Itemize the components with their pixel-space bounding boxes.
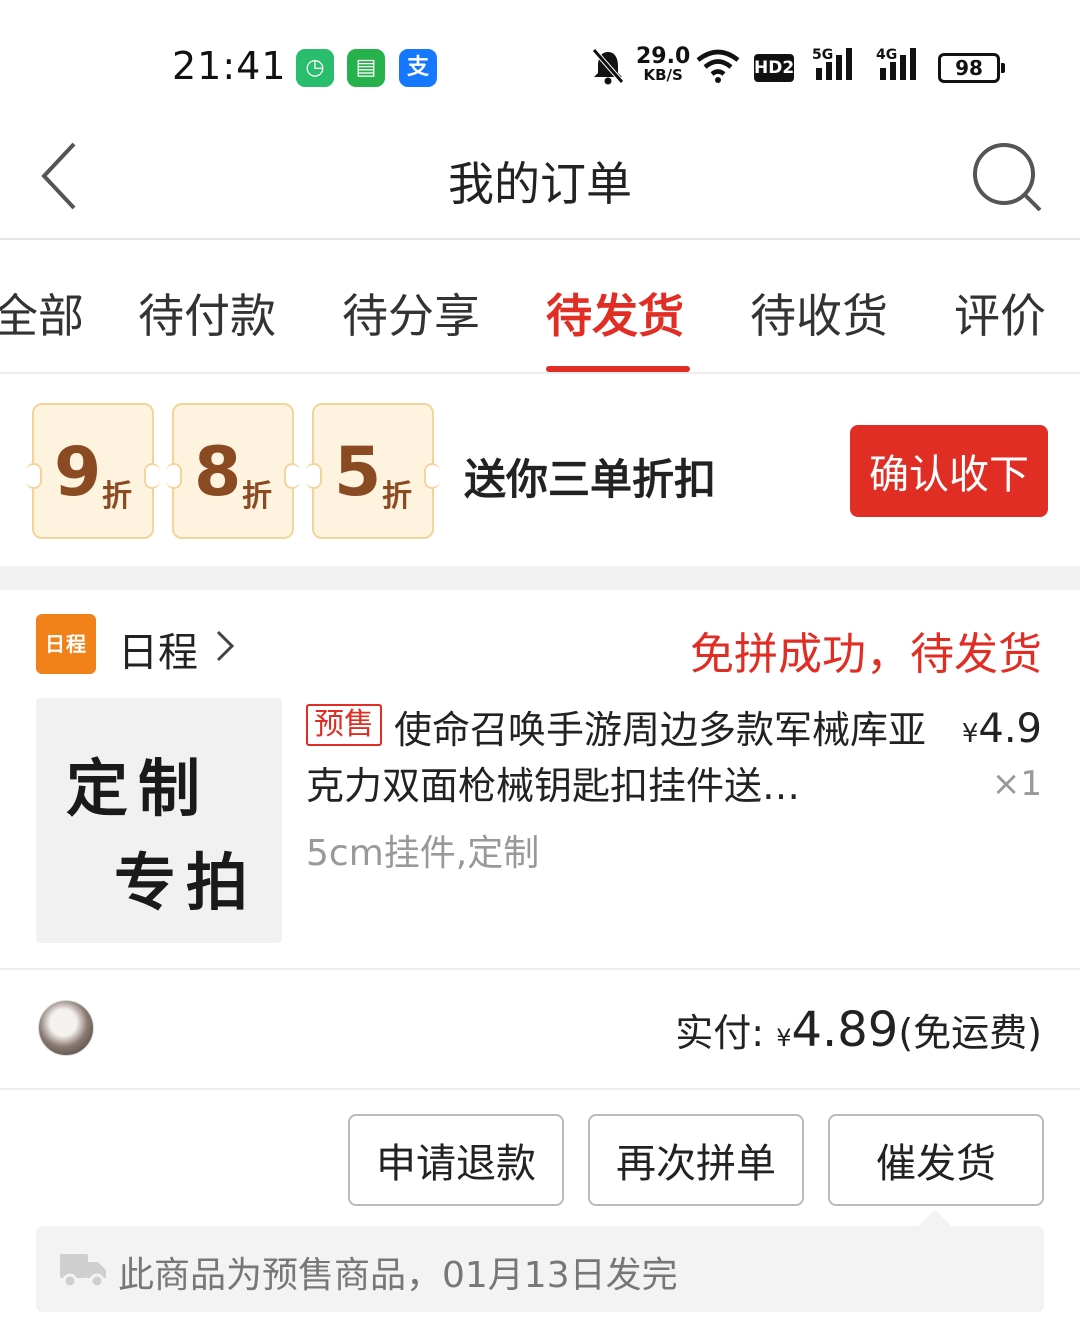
coupon-value: 8 bbox=[194, 433, 242, 512]
product-image[interactable]: 定制 专拍 bbox=[36, 698, 282, 943]
network-speed: 29.0 KB/S bbox=[636, 44, 691, 85]
coupon-value: 9 bbox=[54, 433, 102, 512]
shop-name[interactable]: 日程 bbox=[118, 620, 198, 678]
page-title: 我的订单 bbox=[448, 157, 632, 211]
mute-bell-icon bbox=[592, 48, 624, 85]
discount-banner: 9 折 8 折 5 折 送你三单折扣 确认收下 bbox=[0, 376, 1080, 566]
reorder-group-button[interactable]: 再次拼单 bbox=[588, 1114, 804, 1206]
paid-currency: ¥ bbox=[776, 1024, 792, 1052]
tab-all[interactable]: 全部 bbox=[0, 280, 84, 346]
signal-4g-icon: 4G bbox=[876, 47, 916, 80]
presale-notice: 此商品为预售商品，01月13日发完 bbox=[36, 1226, 1044, 1312]
net1-label: 5G bbox=[812, 47, 833, 63]
accept-coupons-button[interactable]: 确认收下 bbox=[850, 425, 1048, 517]
tab-to-ship[interactable]: 待发货 bbox=[546, 280, 684, 346]
coupon-card: 9 折 bbox=[26, 403, 160, 539]
hd-voice-icon: HD2 bbox=[754, 54, 794, 82]
presale-notice-text: 此商品为预售商品，01月13日发完 bbox=[118, 1255, 678, 1296]
signal-5g-icon: 5G bbox=[812, 47, 852, 80]
product-image-text: 定制 bbox=[66, 752, 211, 825]
clock-app-icon: ◷ bbox=[296, 49, 334, 87]
section-divider bbox=[0, 566, 1080, 590]
order-status: 免拼成功，待发货 bbox=[690, 629, 1042, 680]
paid-prefix: 实付: bbox=[675, 1011, 765, 1055]
nav-header: 我的订单 bbox=[0, 120, 1080, 240]
network-speed-unit: KB/S bbox=[643, 66, 683, 84]
net2-label: 4G bbox=[876, 47, 897, 63]
chevron-right-icon[interactable] bbox=[212, 626, 238, 666]
product-price: ¥4.9 bbox=[962, 706, 1042, 752]
alipay-app-icon: 支 bbox=[399, 49, 437, 87]
divider bbox=[0, 968, 1080, 970]
status-time: 21:41 bbox=[172, 44, 287, 88]
divider bbox=[0, 1088, 1080, 1090]
product-quantity: ×1 bbox=[991, 764, 1042, 804]
product-spec: 5cm挂件,定制 bbox=[306, 833, 540, 874]
wifi-icon bbox=[696, 49, 740, 83]
order-tabs: 全部 待付款 待分享 待发货 待收货 评价 bbox=[0, 242, 1080, 374]
request-refund-button[interactable]: 申请退款 bbox=[348, 1114, 564, 1206]
coupon-unit: 折 bbox=[102, 479, 132, 514]
network-speed-value: 29.0 bbox=[636, 44, 691, 69]
product-title-text: 使命召唤手游周边多款军械库亚克力双面枪械钥匙扣挂件送… bbox=[306, 708, 927, 808]
coupon-card: 5 折 bbox=[306, 403, 440, 539]
search-icon[interactable] bbox=[970, 140, 1046, 216]
buyer-avatar bbox=[38, 1000, 94, 1056]
product-title[interactable]: 使命召唤手游周边多款军械库亚克力双面枪械钥匙扣挂件送… bbox=[306, 702, 936, 814]
tab-to-pay[interactable]: 待付款 bbox=[138, 280, 276, 346]
order-card[interactable]: 日程 日程 免拼成功，待发货 定制 专拍 使命召唤手游周边多款军械库亚克力双面枪… bbox=[0, 590, 1080, 1321]
truck-icon bbox=[60, 1254, 106, 1289]
coupon-card: 8 折 bbox=[166, 403, 300, 539]
shop-logo[interactable]: 日程 bbox=[36, 614, 96, 674]
paid-amount: 实付: ¥4.89(免运费) bbox=[675, 1002, 1042, 1058]
tab-to-share[interactable]: 待分享 bbox=[342, 280, 480, 346]
presale-badge: 预售 bbox=[306, 704, 382, 746]
product-image-text: 专拍 bbox=[114, 846, 259, 919]
status-bar: 21:41 ◷ ▤ 支 29.0 KB/S HD2 5G 4G 98 bbox=[0, 0, 1080, 120]
coupon-unit: 折 bbox=[382, 479, 412, 514]
battery-icon: 98 bbox=[938, 53, 1005, 83]
message-app-icon: ▤ bbox=[347, 49, 385, 87]
banner-text: 送你三单折扣 bbox=[464, 455, 717, 504]
price-value: 4.9 bbox=[978, 706, 1042, 752]
tab-review[interactable]: 评价 bbox=[954, 280, 1046, 346]
paid-value: 4.89 bbox=[791, 1002, 899, 1058]
coupon-value: 5 bbox=[334, 433, 382, 512]
active-tab-indicator bbox=[546, 366, 690, 372]
coupon-unit: 折 bbox=[242, 479, 272, 514]
urge-shipping-button[interactable]: 催发货 bbox=[828, 1114, 1044, 1206]
tab-to-receive[interactable]: 待收货 bbox=[750, 280, 888, 346]
paid-suffix: (免运费) bbox=[898, 1011, 1042, 1055]
price-currency: ¥ bbox=[961, 719, 979, 749]
